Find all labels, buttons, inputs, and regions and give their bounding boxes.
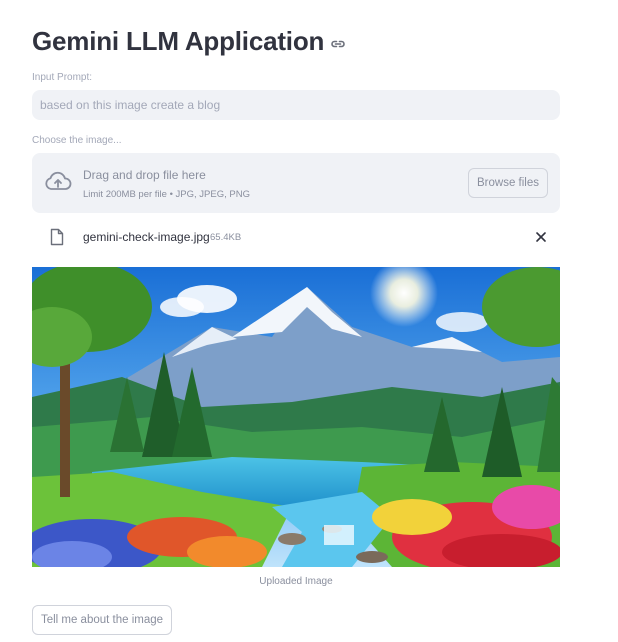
prompt-input[interactable]: based on this image create a blog bbox=[32, 90, 560, 120]
file-name: gemini-check-image.jpg bbox=[83, 230, 210, 244]
image-caption: Uploaded Image bbox=[259, 576, 333, 587]
header: Gemini LLM Application bbox=[32, 26, 346, 57]
uploader-label: Choose the image... bbox=[32, 135, 122, 146]
browse-files-button[interactable]: Browse files bbox=[468, 168, 548, 198]
file-icon bbox=[50, 228, 64, 246]
cloud-upload-icon bbox=[44, 171, 72, 193]
file-size: 65.4KB bbox=[210, 232, 242, 243]
dropzone-instructions: Drag and drop file here bbox=[83, 168, 206, 182]
link-icon[interactable] bbox=[330, 36, 346, 52]
page-title: Gemini LLM Application bbox=[32, 26, 325, 56]
uploaded-file-row: gemini-check-image.jpg 65.4KB bbox=[32, 222, 560, 252]
close-icon[interactable] bbox=[534, 230, 548, 244]
tell-me-about-image-button[interactable]: Tell me about the image bbox=[32, 605, 172, 635]
prompt-label: Input Prompt: bbox=[32, 72, 93, 83]
dropzone-limit: Limit 200MB per file • JPG, JPEG, PNG bbox=[83, 189, 250, 200]
file-dropzone[interactable]: Drag and drop file here Limit 200MB per … bbox=[32, 153, 560, 213]
uploaded-image bbox=[32, 267, 560, 567]
